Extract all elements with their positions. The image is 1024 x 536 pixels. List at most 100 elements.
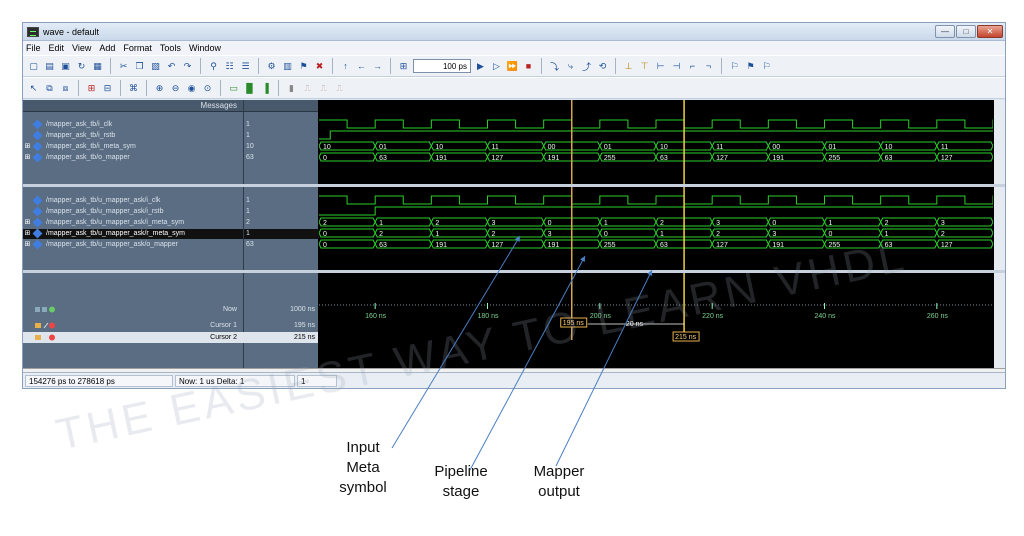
waveform-canvas[interactable]: 10 01 10 11 00 01 10 11 00 01 10 110 63 191 127 191 255 6… bbox=[319, 100, 993, 368]
signal-row[interactable]: ⊞ /mapper_ask_tb/i_meta_sym bbox=[23, 141, 243, 152]
minimize-button[interactable]: — bbox=[935, 25, 955, 38]
pane-divider[interactable] bbox=[23, 270, 1005, 273]
step-right-icon[interactable]: → bbox=[371, 60, 384, 73]
wave-edit2-icon[interactable]: ⊤ bbox=[638, 60, 651, 73]
step-over-icon[interactable]: ⤷ bbox=[564, 60, 577, 73]
signal-row[interactable]: /mapper_ask_tb/i_clk bbox=[23, 119, 243, 130]
zoom-full-icon[interactable]: ◉ bbox=[185, 82, 198, 95]
zoom-cursor-icon[interactable]: ⊙ bbox=[201, 82, 214, 95]
run-length-input[interactable]: 100 ps bbox=[413, 59, 471, 73]
cursor1-row[interactable]: Cursor 1 195 ns bbox=[23, 320, 318, 331]
stop-icon[interactable]: ■ bbox=[522, 60, 535, 73]
print-icon[interactable]: ▦ bbox=[91, 60, 104, 73]
step-into-icon[interactable]: ⤵ bbox=[548, 60, 561, 73]
dataflow2-icon[interactable]: ⚑ bbox=[744, 60, 757, 73]
delete-cursor-icon[interactable]: ⊟ bbox=[101, 82, 114, 95]
refresh-icon[interactable]: ↻ bbox=[75, 60, 88, 73]
save-icon[interactable]: ▣ bbox=[59, 60, 72, 73]
wave-edit3-icon[interactable]: ⊢ bbox=[654, 60, 667, 73]
waveform-area[interactable]: 10 01 10 11 00 01 10 11 00 01 10 11 0 63 191 127 191 255 6… bbox=[319, 100, 993, 368]
menu-view[interactable]: View bbox=[72, 43, 91, 53]
now-row[interactable]: Now 1000 ns bbox=[23, 304, 318, 315]
step-out-icon[interactable]: ⤴ bbox=[580, 60, 593, 73]
zoom-out-icon[interactable]: ⊖ bbox=[169, 82, 182, 95]
expand-icon[interactable]: ⊞ bbox=[23, 229, 32, 239]
run-all-icon[interactable]: ⏩ bbox=[506, 60, 519, 73]
vertical-scrollbar[interactable] bbox=[994, 100, 1005, 368]
wave-format-icon[interactable]: ▭ bbox=[227, 82, 240, 95]
wave-format4-icon[interactable]: ▮ bbox=[285, 82, 298, 95]
signal-row[interactable]: /mapper_ask_tb/u_mapper_ask/i_clk bbox=[23, 195, 243, 206]
signal-diamond-icon bbox=[32, 239, 43, 250]
continue-icon[interactable]: ▷ bbox=[490, 60, 503, 73]
menu-tools[interactable]: Tools bbox=[160, 43, 181, 53]
new-file-icon[interactable]: ▢ bbox=[27, 60, 40, 73]
wave-format5-icon[interactable]: ⎍ bbox=[301, 82, 314, 95]
step-left-icon[interactable]: ← bbox=[355, 60, 368, 73]
wave-format6-icon[interactable]: ⎍ bbox=[317, 82, 330, 95]
signal-row[interactable]: ⊞ /mapper_ask_tb/u_mapper_ask/i_meta_sym bbox=[23, 217, 243, 228]
dataflow-icon[interactable]: ⚐ bbox=[728, 60, 741, 73]
signal-row[interactable]: ⊞ /mapper_ask_tb/u_mapper_ask/r_meta_sym bbox=[23, 228, 243, 239]
zoom-in-icon[interactable]: ⊕ bbox=[153, 82, 166, 95]
close-button[interactable]: ✕ bbox=[977, 25, 1003, 38]
wave-format3-icon[interactable]: ▐ bbox=[259, 82, 272, 95]
signal-row[interactable]: ⊞ /mapper_ask_tb/u_mapper_ask/o_mapper bbox=[23, 239, 243, 250]
run-length-icon[interactable]: ⊞ bbox=[397, 60, 410, 73]
undo-icon[interactable]: ↶ bbox=[165, 60, 178, 73]
annotation-input-meta-symbol: Input Meta symbol bbox=[336, 438, 390, 498]
menu-edit[interactable]: Edit bbox=[49, 43, 65, 53]
signal-name: /mapper_ask_tb/u_mapper_ask/i_clk bbox=[46, 197, 161, 204]
cursor2-row[interactable]: Cursor 2 215 ns bbox=[23, 332, 318, 343]
menu-window[interactable]: Window bbox=[189, 43, 221, 53]
signal-row[interactable]: /mapper_ask_tb/i_rstb bbox=[23, 130, 243, 141]
compile-icon[interactable]: ⚙ bbox=[265, 60, 278, 73]
step-up-icon[interactable]: ↑ bbox=[339, 60, 352, 73]
wave-format2-icon[interactable]: █ bbox=[243, 82, 256, 95]
wave-edit-icon[interactable]: ⊥ bbox=[622, 60, 635, 73]
menu-add[interactable]: Add bbox=[99, 43, 115, 53]
simulate-icon[interactable]: ⚑ bbox=[297, 60, 310, 73]
wave-o-mapper-label: 255 bbox=[829, 242, 841, 249]
wave-edit4-icon[interactable]: ⊣ bbox=[670, 60, 683, 73]
now-icon[interactable] bbox=[35, 306, 57, 313]
wave-r-meta-sym-segment bbox=[599, 228, 657, 238]
layout2-icon[interactable]: ☰ bbox=[239, 60, 252, 73]
cursor-lock-icon[interactable] bbox=[35, 322, 57, 329]
expand-icon[interactable]: ⊞ bbox=[23, 153, 32, 163]
pane-divider[interactable] bbox=[23, 184, 1005, 187]
delta-label: 20 ns bbox=[626, 321, 644, 328]
redo-icon[interactable]: ↷ bbox=[181, 60, 194, 73]
wave-edit6-icon[interactable]: ¬ bbox=[702, 60, 715, 73]
status-field: 1 bbox=[297, 375, 337, 387]
wave-edit5-icon[interactable]: ⌐ bbox=[686, 60, 699, 73]
run-icon[interactable]: ▶ bbox=[474, 60, 487, 73]
cursor-lock-icon[interactable] bbox=[35, 334, 57, 341]
signal-row[interactable]: ⊞ /mapper_ask_tb/o_mapper bbox=[23, 152, 243, 163]
insert-cursor-icon[interactable]: ⊞ bbox=[85, 82, 98, 95]
compile-all-icon[interactable]: ▥ bbox=[281, 60, 294, 73]
dataflow3-icon[interactable]: ⚐ bbox=[760, 60, 773, 73]
open-folder-icon[interactable]: ▤ bbox=[43, 60, 56, 73]
select-pointer-icon[interactable]: ↖ bbox=[27, 82, 40, 95]
layout-icon[interactable]: ☷ bbox=[223, 60, 236, 73]
signal-row[interactable]: /mapper_ask_tb/u_mapper_ask/i_rstb bbox=[23, 206, 243, 217]
maximize-button[interactable]: □ bbox=[956, 25, 976, 38]
expand-icon[interactable]: ⊞ bbox=[23, 142, 32, 152]
break-icon[interactable]: ✖ bbox=[313, 60, 326, 73]
wave-format7-icon[interactable]: ⎍ bbox=[333, 82, 346, 95]
find-icon[interactable]: ⚲ bbox=[207, 60, 220, 73]
expand-icon[interactable]: ⊞ bbox=[23, 218, 32, 228]
paste-icon[interactable]: ▧ bbox=[149, 60, 162, 73]
zoom-mode-icon[interactable]: ⧉ bbox=[43, 82, 56, 95]
menu-format[interactable]: Format bbox=[123, 43, 152, 53]
restart-icon[interactable]: ⟲ bbox=[596, 60, 609, 73]
edit-mode-icon[interactable]: ⧈ bbox=[59, 82, 72, 95]
wave-i-meta-sym-segment bbox=[486, 217, 545, 227]
find-transition-icon[interactable]: ⌘ bbox=[127, 82, 140, 95]
cut-icon[interactable]: ✂ bbox=[117, 60, 130, 73]
cursor-value: 195 ns bbox=[293, 322, 315, 329]
menu-file[interactable]: File bbox=[26, 43, 41, 53]
copy-icon[interactable]: ❐ bbox=[133, 60, 146, 73]
expand-icon[interactable]: ⊞ bbox=[23, 240, 32, 250]
